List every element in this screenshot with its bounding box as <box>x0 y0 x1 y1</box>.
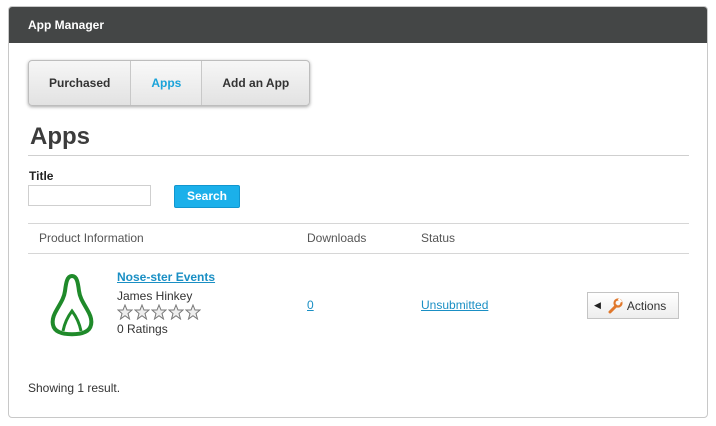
results-summary: Showing 1 result. <box>28 381 121 395</box>
divider <box>28 253 689 254</box>
title-label: Title <box>29 169 54 183</box>
ratings-count: 0 Ratings <box>117 322 168 336</box>
page-title: Apps <box>30 123 90 150</box>
app-author: James Hinkey <box>117 289 193 303</box>
title-input[interactable] <box>28 185 151 206</box>
caret-left-icon: ◀ <box>594 300 601 310</box>
column-header-downloads: Downloads <box>307 231 367 245</box>
star-outline-icon <box>168 304 184 320</box>
divider <box>28 223 689 224</box>
column-header-product: Product Information <box>39 231 144 245</box>
star-outline-icon <box>117 304 133 320</box>
tab-bar: Purchased Apps Add an App <box>28 60 311 106</box>
star-outline-icon <box>134 304 150 320</box>
actions-button[interactable]: ◀ Actions <box>587 292 679 319</box>
rating-stars <box>117 304 201 320</box>
panel-header: App Manager <box>9 7 707 43</box>
status-link[interactable]: Unsubmitted <box>421 298 488 312</box>
star-outline-icon <box>185 304 201 320</box>
search-button[interactable]: Search <box>174 185 240 208</box>
tab-purchased[interactable]: Purchased <box>29 61 132 105</box>
downloads-link[interactable]: 0 <box>307 298 314 312</box>
app-name-link[interactable]: Nose-ster Events <box>117 270 215 284</box>
wrench-icon <box>608 297 623 313</box>
pear-icon <box>50 274 94 337</box>
tab-add-an-app[interactable]: Add an App <box>202 61 309 105</box>
actions-label: Actions <box>626 298 667 313</box>
divider <box>28 155 689 156</box>
star-outline-icon <box>151 304 167 320</box>
column-header-status: Status <box>421 231 456 245</box>
tab-apps[interactable]: Apps <box>131 61 203 105</box>
app-manager-panel: App Manager Purchased Apps Add an App Ap… <box>8 6 708 418</box>
